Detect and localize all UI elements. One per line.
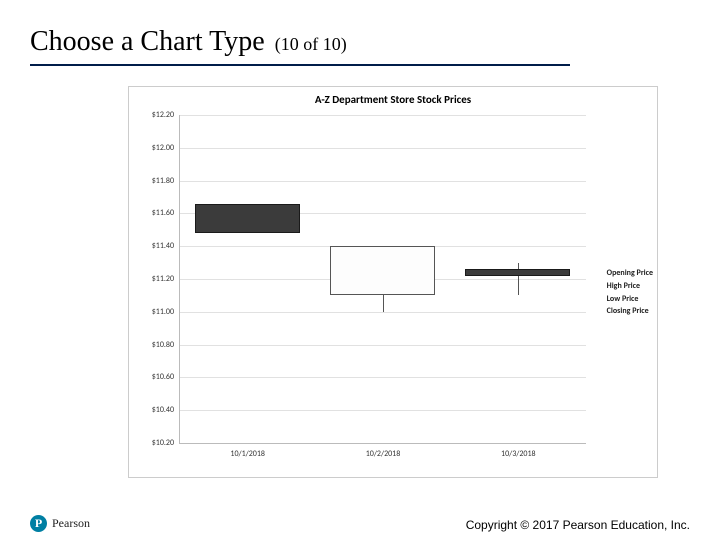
y-tick-label: $11.60 xyxy=(136,208,174,218)
title-sub: (10 of 10) xyxy=(275,34,347,55)
y-tick-label: $11.20 xyxy=(136,274,174,284)
legend: Opening Price High Price Low Price Closi… xyxy=(607,267,653,318)
y-tick-label: $10.60 xyxy=(136,372,174,382)
legend-item: Low Price xyxy=(607,293,653,306)
grid-line xyxy=(180,181,586,182)
copyright-text: Copyright © 2017 Pearson Education, Inc. xyxy=(466,518,690,532)
grid-line xyxy=(180,312,586,313)
grid-line xyxy=(180,345,586,346)
slide: Choose a Chart Type (10 of 10) A-Z Depar… xyxy=(0,0,720,540)
x-tick-label: 10/2/2018 xyxy=(366,449,401,459)
candle-1 xyxy=(195,204,300,234)
chart-container: A-Z Department Store Stock Prices $12.20… xyxy=(128,86,658,478)
pearson-logo: P Pearson xyxy=(30,515,90,532)
chart-title: A-Z Department Store Stock Prices xyxy=(129,93,657,106)
legend-item: Closing Price xyxy=(607,305,653,318)
candle-3 xyxy=(465,269,570,276)
y-tick-label: $10.40 xyxy=(136,405,174,415)
legend-item: Opening Price xyxy=(607,267,653,280)
slide-title: Choose a Chart Type (10 of 10) xyxy=(30,26,690,58)
plot-area: $12.20 $12.00 $11.80 $11.60 $11.40 $11.2… xyxy=(179,115,586,444)
logo-icon: P xyxy=(30,515,47,532)
x-tick-label: 10/1/2018 xyxy=(230,449,265,459)
y-tick-label: $10.20 xyxy=(136,438,174,448)
legend-item: High Price xyxy=(607,280,653,293)
y-tick-label: $12.00 xyxy=(136,143,174,153)
candle-2 xyxy=(330,246,435,295)
grid-line xyxy=(180,377,586,378)
y-tick-label: $12.20 xyxy=(136,110,174,120)
y-tick-label: $11.80 xyxy=(136,176,174,186)
grid-line xyxy=(180,148,586,149)
grid-line xyxy=(180,115,586,116)
candle-3-low-whisker xyxy=(518,276,519,296)
logo-text: Pearson xyxy=(52,516,90,531)
x-tick-label: 10/3/2018 xyxy=(501,449,536,459)
grid-line xyxy=(180,410,586,411)
title-main: Choose a Chart Type xyxy=(30,26,265,58)
candle-2-low-whisker xyxy=(383,295,384,311)
y-tick-label: $10.80 xyxy=(136,340,174,350)
candle-3-high-whisker xyxy=(518,263,519,270)
y-tick-label: $11.40 xyxy=(136,241,174,251)
footer: P Pearson Copyright © 2017 Pearson Educa… xyxy=(0,510,720,538)
y-tick-label: $11.00 xyxy=(136,307,174,317)
title-underline xyxy=(30,64,570,66)
